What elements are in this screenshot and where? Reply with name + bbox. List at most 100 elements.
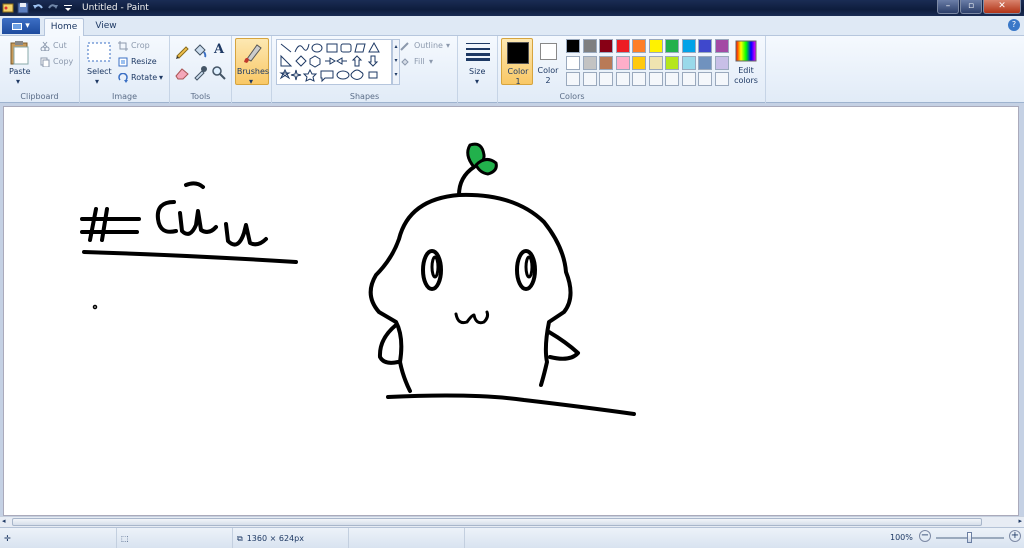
zoom-slider-thumb[interactable] bbox=[967, 532, 972, 543]
horizontal-scrollbar[interactable]: ◂ ▸ bbox=[0, 516, 1024, 527]
crosshair-icon: ✛ bbox=[4, 534, 11, 543]
edit-colors-icon[interactable] bbox=[735, 40, 757, 62]
tab-home[interactable]: Home bbox=[44, 18, 84, 36]
palette-swatch[interactable] bbox=[681, 55, 696, 70]
pencil-icon[interactable] bbox=[174, 43, 190, 59]
chevron-down-icon[interactable]: ▾ bbox=[159, 73, 163, 82]
zoom-slider[interactable] bbox=[936, 532, 1004, 543]
custom-color-slot[interactable] bbox=[681, 72, 696, 86]
crop-icon bbox=[118, 41, 128, 51]
size-button[interactable]: Size bbox=[469, 67, 485, 76]
crop-button[interactable]: Crop bbox=[131, 41, 150, 50]
palette-swatch[interactable] bbox=[582, 39, 597, 53]
palette-swatch[interactable] bbox=[648, 55, 663, 70]
chevron-down-icon: ▾ bbox=[249, 77, 254, 86]
rotate-icon bbox=[118, 73, 128, 83]
custom-color-slot[interactable] bbox=[665, 72, 679, 86]
image-group-label: Image bbox=[111, 92, 138, 101]
custom-color-slot[interactable] bbox=[582, 72, 597, 86]
zoom-out-button[interactable]: − bbox=[919, 530, 931, 542]
palette-swatch[interactable] bbox=[566, 55, 580, 70]
chevron-down-icon[interactable]: ▾ bbox=[95, 77, 99, 86]
custom-color-slot[interactable] bbox=[615, 72, 630, 86]
scroll-right-icon[interactable]: ▸ bbox=[1018, 517, 1022, 525]
canvas-workspace bbox=[0, 103, 1024, 516]
drawing-strokes bbox=[80, 142, 636, 416]
palette-swatch[interactable] bbox=[615, 39, 630, 53]
palette-swatch[interactable] bbox=[714, 39, 729, 53]
palette-swatch[interactable] bbox=[681, 39, 696, 53]
image-size-text: 1360 × 624px bbox=[246, 534, 304, 543]
text-tool-icon[interactable]: A bbox=[211, 42, 227, 58]
drawing-ground-line bbox=[386, 393, 636, 416]
color-2-button[interactable]: Color 2 bbox=[535, 38, 561, 85]
drawing-accent bbox=[184, 181, 205, 189]
shapes-group-label: Shapes bbox=[349, 92, 380, 101]
magnifier-icon[interactable] bbox=[211, 65, 227, 81]
chevron-down-icon[interactable]: ▾ bbox=[475, 77, 479, 86]
palette-swatch[interactable] bbox=[566, 39, 580, 53]
tools-group: A Tools bbox=[170, 36, 232, 103]
scrollbar-thumb[interactable] bbox=[12, 518, 982, 526]
palette-swatch[interactable] bbox=[599, 55, 613, 70]
fill-button[interactable]: Fill bbox=[414, 57, 425, 66]
line-size-icon[interactable] bbox=[466, 41, 490, 61]
fill-bucket-icon[interactable] bbox=[192, 43, 208, 59]
paint-app-icon[interactable] bbox=[2, 2, 14, 14]
palette-swatch[interactable] bbox=[714, 55, 729, 70]
palette-swatch[interactable] bbox=[698, 39, 712, 53]
chevron-down-icon[interactable]: ▾ bbox=[16, 77, 20, 86]
custom-color-slot[interactable] bbox=[599, 72, 613, 86]
palette-swatch[interactable] bbox=[582, 55, 597, 70]
palette-swatch[interactable] bbox=[665, 39, 679, 53]
palette-swatch[interactable] bbox=[698, 55, 712, 70]
tab-view[interactable]: View bbox=[88, 18, 124, 36]
select-icon[interactable] bbox=[87, 42, 111, 62]
palette-swatch[interactable] bbox=[599, 39, 613, 53]
outline-button[interactable]: Outline bbox=[414, 41, 443, 50]
undo-icon[interactable] bbox=[32, 2, 44, 14]
custom-color-slot[interactable] bbox=[714, 72, 729, 86]
drawing-mouth bbox=[454, 310, 490, 325]
edit-colors-button[interactable]: Edit colors bbox=[732, 66, 760, 86]
color-1-swatch bbox=[507, 42, 529, 64]
custom-color-slot[interactable] bbox=[648, 72, 663, 86]
colors-group-label: Colors bbox=[559, 92, 585, 101]
drawing-right-pupil bbox=[524, 255, 534, 279]
maximize-button[interactable]: ▫ bbox=[960, 0, 982, 14]
custom-color-slot[interactable] bbox=[698, 72, 712, 86]
color-picker-icon[interactable] bbox=[192, 65, 208, 81]
paint-menu-button[interactable]: ▾ bbox=[2, 18, 40, 34]
shapes-gallery[interactable] bbox=[276, 39, 392, 85]
select-button[interactable]: Select bbox=[87, 67, 112, 76]
image-size-segment: ⧉ 1360 × 624px bbox=[233, 528, 349, 548]
redo-icon[interactable] bbox=[47, 2, 59, 14]
minimize-button[interactable]: – bbox=[937, 0, 959, 14]
palette-swatch[interactable] bbox=[665, 55, 679, 70]
resize-button[interactable]: Resize bbox=[131, 57, 157, 66]
custom-color-slot[interactable] bbox=[566, 72, 580, 86]
copy-button[interactable]: Copy bbox=[53, 57, 73, 66]
save-icon[interactable] bbox=[17, 2, 29, 14]
scroll-left-icon[interactable]: ◂ bbox=[2, 517, 6, 525]
zoom-in-button[interactable]: + bbox=[1009, 530, 1021, 542]
paste-icon[interactable] bbox=[8, 40, 32, 66]
cut-button[interactable]: Cut bbox=[53, 41, 67, 50]
paste-button[interactable]: Paste bbox=[9, 67, 31, 76]
custom-color-slot[interactable] bbox=[632, 72, 646, 86]
eraser-icon[interactable] bbox=[174, 65, 190, 81]
brushes-button[interactable]: Brushes ▾ bbox=[235, 38, 269, 86]
drawing-canvas[interactable] bbox=[3, 106, 1019, 516]
drawing-left-arm bbox=[377, 323, 400, 365]
palette-swatch[interactable] bbox=[615, 55, 630, 70]
palette-swatch[interactable] bbox=[632, 39, 646, 53]
rotate-button[interactable]: Rotate bbox=[131, 73, 157, 82]
palette-swatch[interactable] bbox=[632, 55, 646, 70]
shapes-group: ▴ ▾ ▾ Outline ▾ Fill ▾ Shapes bbox=[272, 36, 458, 103]
help-button[interactable]: ? bbox=[1008, 19, 1020, 31]
palette-swatch[interactable] bbox=[648, 39, 663, 53]
shapes-gallery-scroll[interactable]: ▴ ▾ ▾ bbox=[392, 39, 400, 85]
color-1-button[interactable]: Color 1 bbox=[501, 38, 533, 86]
close-button[interactable]: ✕ bbox=[983, 0, 1021, 14]
customize-qat-icon[interactable] bbox=[62, 2, 74, 14]
